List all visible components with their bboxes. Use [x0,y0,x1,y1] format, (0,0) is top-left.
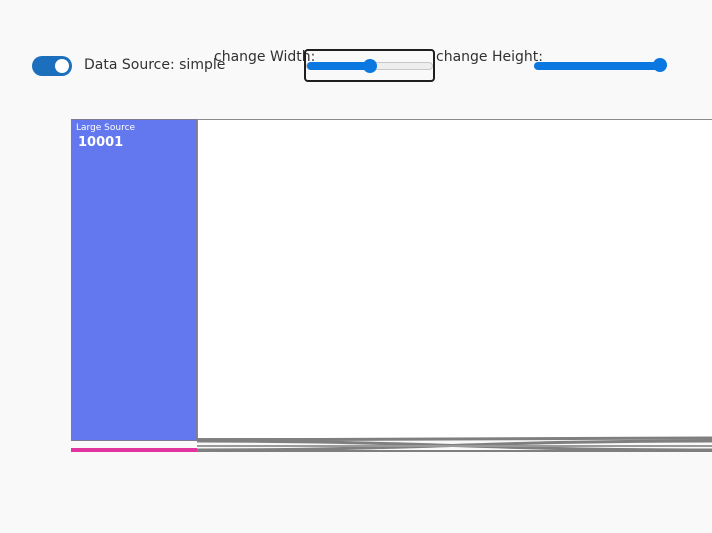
change-width-label: change Width: [214,49,316,65]
source-node-name: Large Source [76,123,136,133]
toggle-knob [55,59,69,73]
sankey-node-large-source[interactable] [71,119,197,441]
width-slider-thumb[interactable] [362,59,377,73]
sankey-link [196,439,712,452]
sankey-small-node[interactable] [71,448,197,452]
sankey-link [196,439,712,452]
width-slider[interactable] [306,59,433,73]
width-slider-fill [307,62,370,70]
sankey-node-target[interactable] [197,119,712,439]
source-node-value: 10001 [78,135,124,150]
height-slider-thumb[interactable] [653,58,667,72]
change-height-label: change Height: [436,49,543,65]
data-source-label: Data Source: simple [84,57,226,73]
controls-bar: Data Source: simple change Width: change… [0,0,712,100]
data-source-toggle[interactable] [32,56,72,76]
height-slider[interactable] [534,58,667,72]
